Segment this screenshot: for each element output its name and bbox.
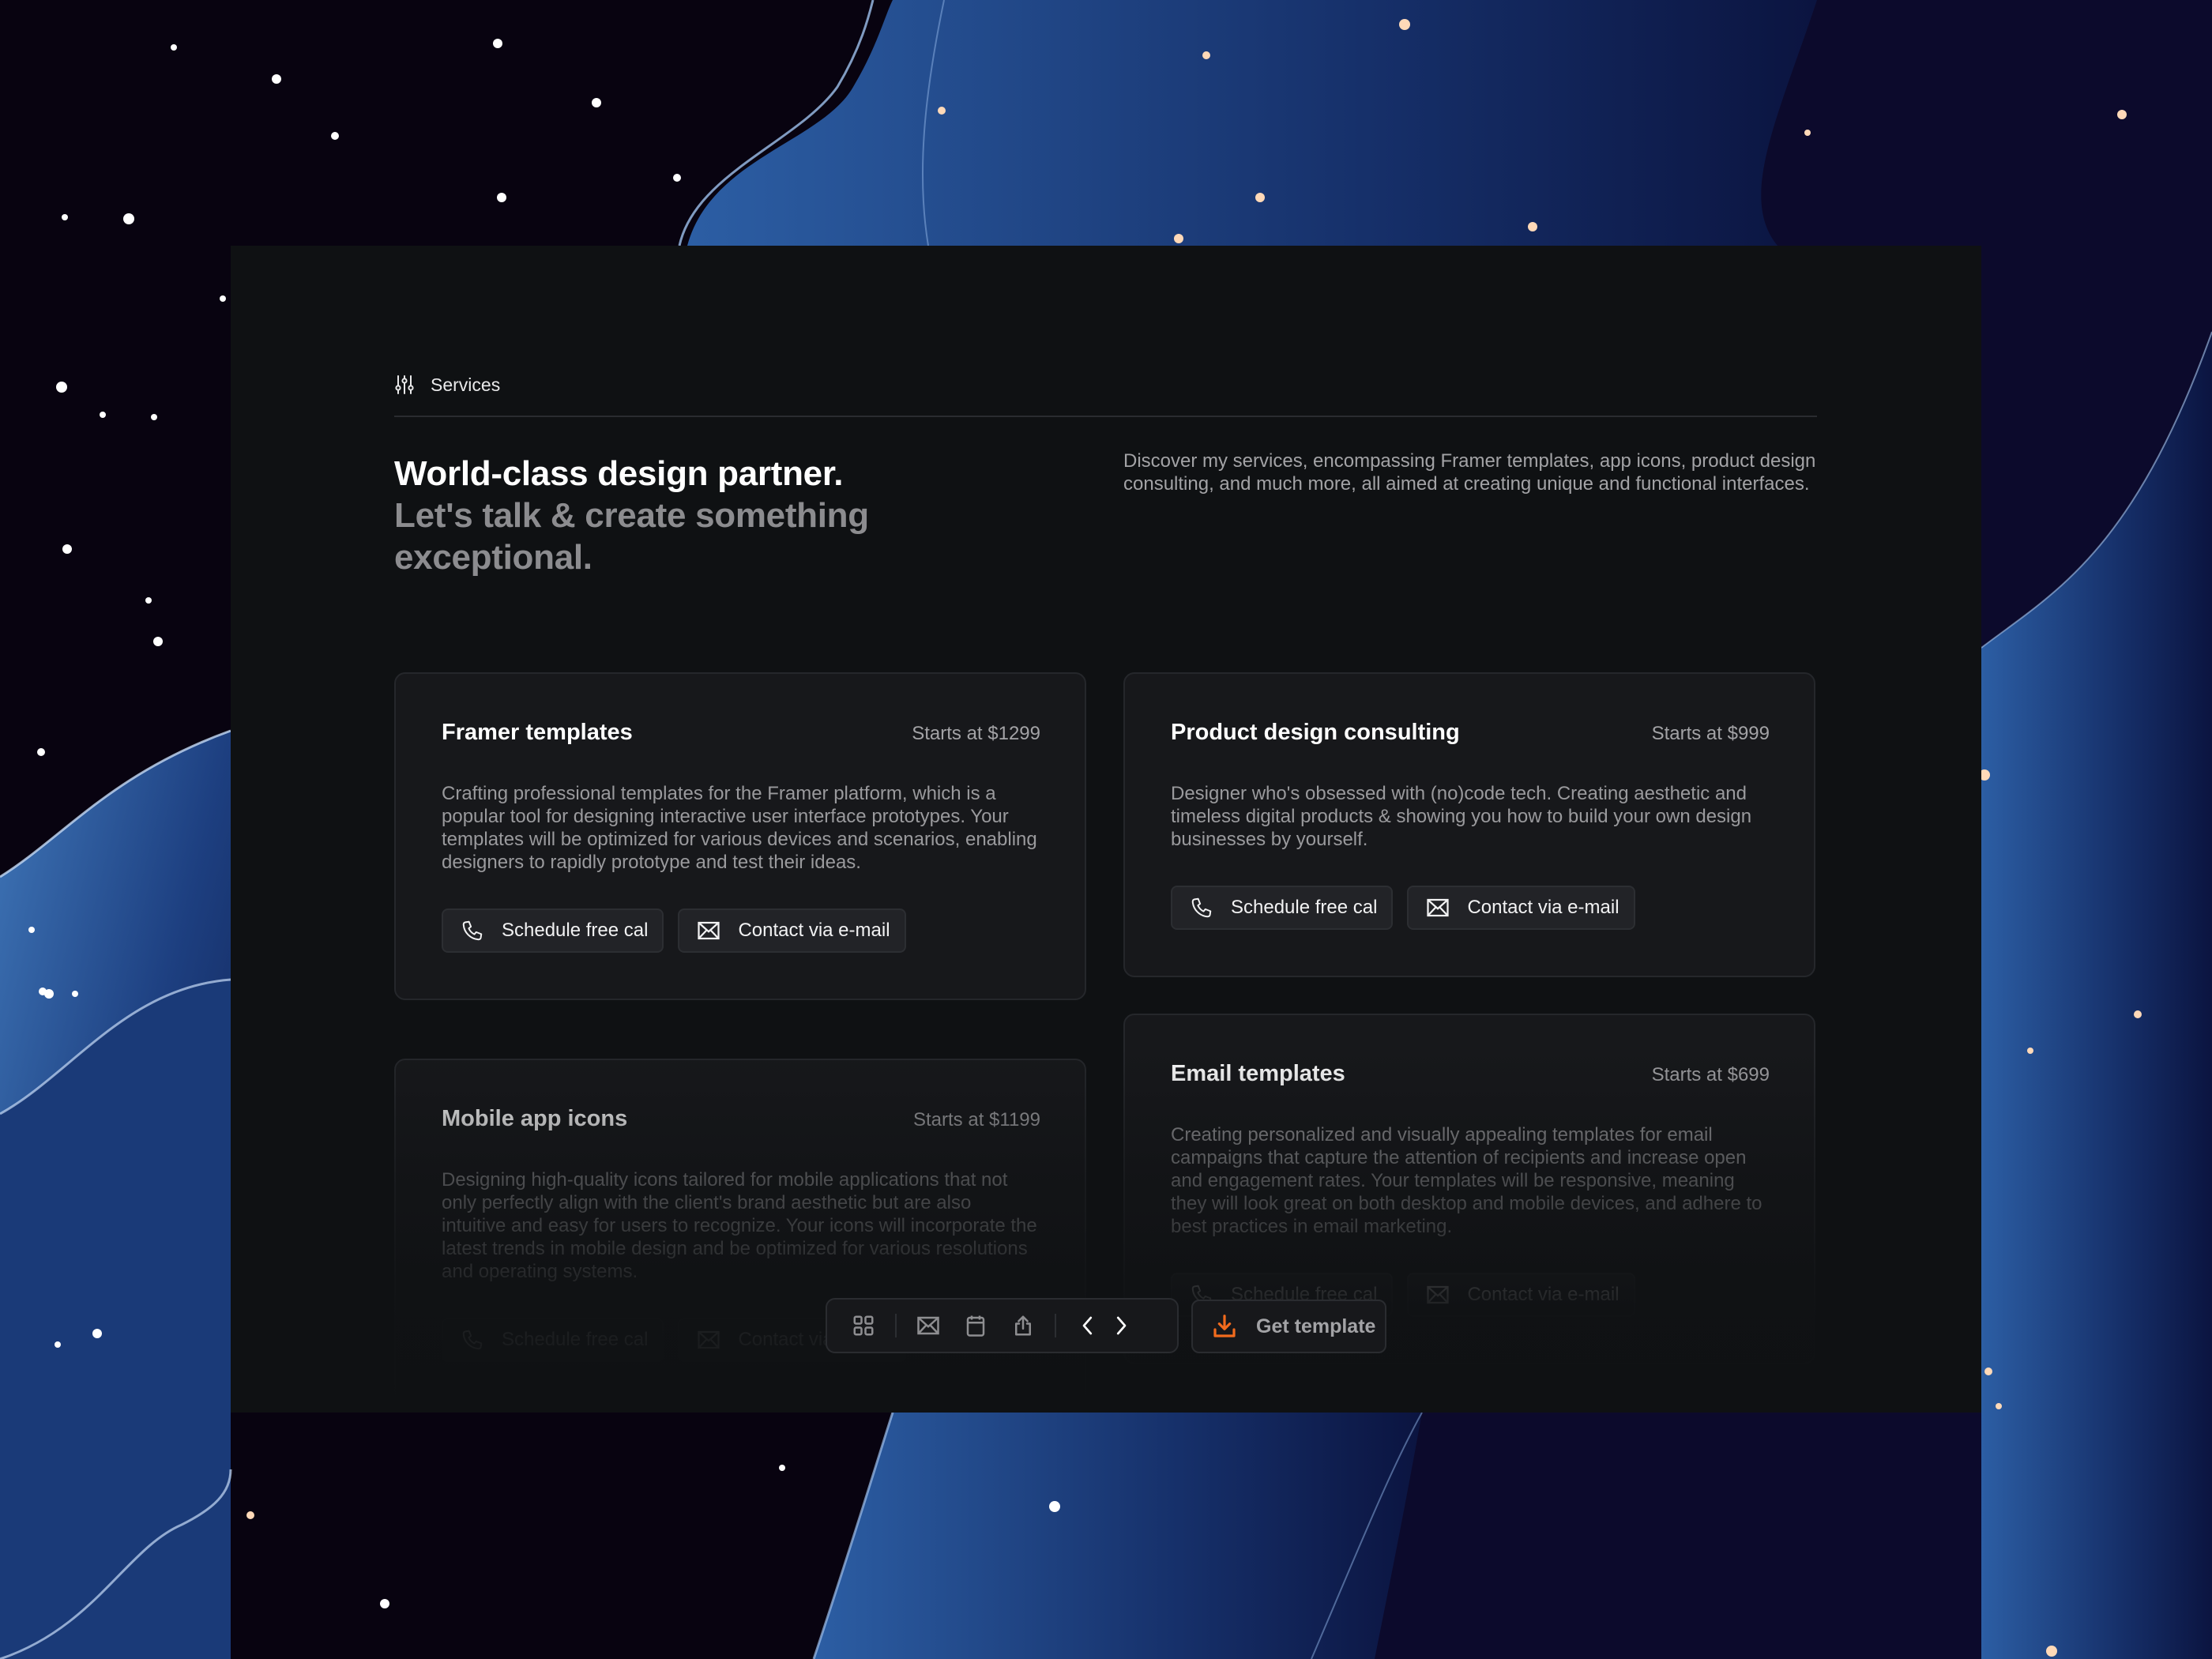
- previous-button[interactable]: [1075, 1313, 1100, 1338]
- get-template-button[interactable]: Get template: [1191, 1300, 1386, 1353]
- get-template-label: Get template: [1256, 1315, 1376, 1337]
- card-title: Email templates: [1171, 1061, 1345, 1086]
- toolbar-divider: [895, 1314, 897, 1337]
- mail-icon: [698, 1330, 720, 1349]
- card-price: Starts at $999: [1651, 723, 1770, 744]
- contact-email-button[interactable]: Contact via e-mail: [1407, 886, 1635, 930]
- card-price: Starts at $1299: [912, 723, 1040, 744]
- contact-email-label: Contact via e-mail: [1467, 1284, 1620, 1305]
- service-card-mobile-app-icons: Mobile app icons Starts at $1199 Designi…: [394, 1059, 1086, 1409]
- schedule-call-label: Schedule free cal: [502, 1329, 649, 1350]
- schedule-call-button[interactable]: Schedule free cal: [442, 908, 664, 953]
- headline-primary: World-class design partner.: [394, 454, 844, 493]
- schedule-call-label: Schedule free cal: [502, 920, 649, 941]
- section-label: Services: [431, 374, 501, 395]
- section-header: Services: [394, 372, 1817, 417]
- services-intro: Discover my services, encompassing Frame…: [1123, 450, 1816, 495]
- service-card-product-design-consulting: Product design consulting Starts at $999…: [1123, 672, 1815, 977]
- grid-icon: [853, 1315, 874, 1336]
- contact-email-button[interactable]: Contact via e-mail: [1407, 1273, 1635, 1317]
- headline-secondary: Let's talk & create something exceptiona…: [394, 496, 869, 577]
- chevron-right-icon: [1116, 1316, 1127, 1335]
- phone-icon: [1191, 897, 1212, 918]
- calendar-button[interactable]: [963, 1313, 988, 1338]
- schedule-call-button[interactable]: Schedule free cal: [442, 1318, 664, 1362]
- page-headline: World-class design partner. Let's talk &…: [394, 453, 947, 578]
- phone-icon: [462, 920, 483, 941]
- phone-icon: [462, 1330, 483, 1350]
- schedule-call-label: Schedule free cal: [1231, 897, 1378, 918]
- card-description: Designing high-quality icons tailored fo…: [442, 1169, 1037, 1282]
- share-button[interactable]: [1010, 1313, 1036, 1338]
- card-description: Crafting professional templates for the …: [442, 783, 1037, 873]
- adjustments-sliders-icon: [395, 375, 414, 394]
- grid-button[interactable]: [851, 1313, 876, 1338]
- schedule-call-button[interactable]: Schedule free cal: [1171, 886, 1394, 930]
- card-description: Designer who's obsessed with (no)code te…: [1171, 783, 1752, 850]
- download-icon: [1213, 1315, 1236, 1337]
- mail-icon: [917, 1316, 939, 1335]
- card-title: Framer templates: [442, 720, 633, 745]
- contact-email-button[interactable]: Contact via e-mail: [678, 908, 906, 953]
- mail-icon: [698, 921, 720, 940]
- next-button[interactable]: [1108, 1313, 1134, 1338]
- card-price: Starts at $699: [1651, 1064, 1770, 1085]
- mail-icon: [1427, 1285, 1450, 1304]
- floating-toolbar: [826, 1298, 1179, 1353]
- contact-email-label: Contact via e-mail: [1467, 897, 1620, 918]
- chevron-left-icon: [1082, 1316, 1093, 1335]
- mail-button[interactable]: [916, 1313, 941, 1338]
- contact-email-label: Contact via e-mail: [738, 920, 890, 941]
- service-card-framer-templates: Framer templates Starts at $1299 Craftin…: [394, 672, 1086, 1000]
- mail-icon: [1427, 898, 1450, 917]
- card-description: Creating personalized and visually appea…: [1171, 1124, 1762, 1237]
- card-title: Mobile app icons: [442, 1106, 628, 1131]
- card-price: Starts at $1199: [913, 1109, 1040, 1130]
- calendar-icon: [966, 1315, 985, 1337]
- card-title: Product design consulting: [1171, 720, 1460, 745]
- toolbar-divider: [1055, 1314, 1056, 1337]
- share-icon: [1015, 1315, 1031, 1336]
- services-panel: Services World-class design partner. Let…: [231, 246, 1981, 1413]
